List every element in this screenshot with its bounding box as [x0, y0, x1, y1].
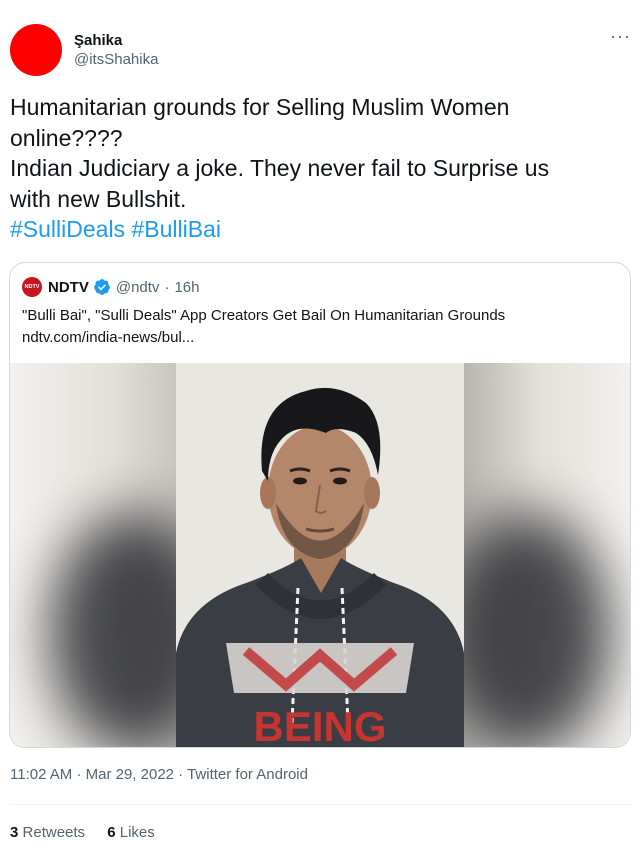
- ndtv-logo[interactable]: NDTV: [22, 277, 42, 297]
- tweet-header: Şahika @itsShahika ···: [10, 24, 631, 80]
- tweet-source[interactable]: Twitter for Android: [187, 766, 308, 783]
- retweets-stat[interactable]: 3 Retweets: [10, 824, 89, 841]
- tweet-date[interactable]: Mar 29, 2022: [86, 766, 174, 783]
- quoted-tweet[interactable]: NDTV NDTV @ndtv · 16h "Bulli Bai", "Sull…: [9, 262, 631, 748]
- retweets-label: Retweets: [22, 824, 86, 841]
- hashtag-sullideals[interactable]: #SulliDeals: [10, 216, 125, 242]
- tweet-stats: 3 Retweets 6 Likes: [10, 824, 173, 841]
- quoted-author-name[interactable]: NDTV: [48, 279, 89, 296]
- quoted-tweet-image[interactable]: BEING: [10, 363, 630, 747]
- person-photo: BEING: [176, 363, 464, 747]
- quoted-author-handle[interactable]: @ndtv: [116, 279, 160, 296]
- tweet-line: Indian Judiciary a joke. They never fail…: [10, 155, 550, 181]
- tweet-meta: 11:02 AM · Mar 29, 2022 · Twitter for An…: [10, 766, 308, 783]
- quoted-headline: "Bulli Bai", "Sulli Deals" App Creators …: [22, 307, 506, 324]
- meta-separator: ·: [178, 766, 184, 783]
- quoted-tweet-header: NDTV NDTV @ndtv · 16h: [22, 277, 199, 297]
- hashtag-line: #SulliDeals #BulliBai: [10, 214, 620, 245]
- hashtag-bullibai[interactable]: #BulliBai: [131, 216, 221, 242]
- verified-badge-icon: [93, 279, 110, 295]
- shirt-text: BEING: [253, 703, 386, 747]
- meta-separator: ·: [164, 278, 170, 296]
- tweet-line: Humanitarian grounds for Selling Muslim …: [10, 94, 510, 120]
- tweet-line: with new Bullshit.: [10, 185, 187, 212]
- tweet-time[interactable]: 11:02 AM: [10, 766, 72, 783]
- likes-count: 6: [107, 824, 116, 841]
- author-avatar[interactable]: [10, 24, 62, 76]
- author-handle[interactable]: @itsShahika: [74, 50, 158, 70]
- likes-stat[interactable]: 6 Likes: [107, 824, 155, 841]
- tweet-text: Humanitarian grounds for Selling Muslim …: [10, 92, 620, 245]
- image-blur-shape: [440, 513, 610, 747]
- quoted-tweet-time[interactable]: 16h: [174, 279, 199, 296]
- more-horizontal-icon[interactable]: ···: [610, 26, 631, 47]
- quoted-tweet-link[interactable]: ndtv.com/india-news/bul...: [22, 327, 505, 349]
- quoted-tweet-text: "Bulli Bai", "Sulli Deals" App Creators …: [22, 305, 505, 349]
- tweet-line: online????: [10, 124, 123, 151]
- divider: [10, 804, 631, 805]
- likes-label: Likes: [119, 824, 155, 841]
- retweets-count: 3: [10, 824, 19, 841]
- author-name[interactable]: Şahika: [74, 32, 158, 50]
- author-info[interactable]: Şahika @itsShahika: [74, 32, 158, 70]
- meta-separator: ·: [76, 766, 82, 783]
